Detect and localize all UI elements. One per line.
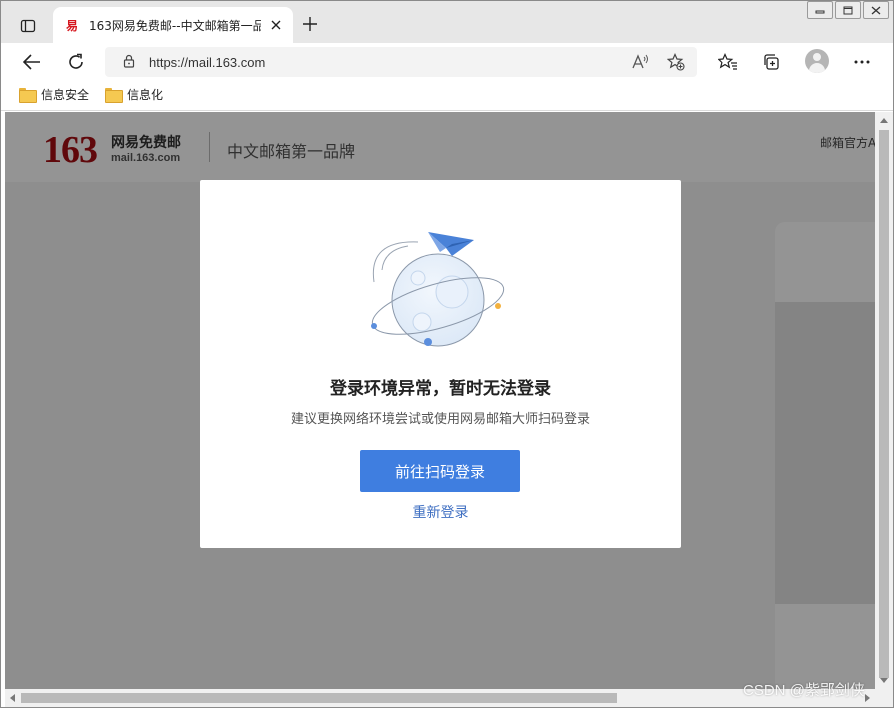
scroll-up-icon[interactable]	[880, 118, 888, 123]
dialog-subtitle: 建议更换网络环境尝试或使用网易邮箱大师扫码登录	[290, 412, 590, 427]
back-arrow-icon[interactable]	[19, 49, 45, 75]
vertical-scrollbar[interactable]	[875, 112, 893, 689]
refresh-icon[interactable]	[63, 49, 89, 75]
minimize-icon[interactable]	[807, 1, 833, 19]
163-favicon-icon: 易	[65, 18, 78, 33]
bookmark-label: 信息化	[127, 88, 164, 102]
scroll-right-icon[interactable]	[865, 694, 870, 702]
tab-bar: 易 163网易免费邮--中文邮箱第一品牌	[1, 1, 893, 43]
scroll-left-icon[interactable]	[10, 694, 15, 702]
tab-actions-icon[interactable]	[15, 13, 41, 39]
read-aloud-icon[interactable]	[629, 51, 651, 73]
folder-icon	[19, 88, 37, 103]
watermark-text: CSDN @紫郢剑侠	[743, 682, 865, 699]
scan-login-button[interactable]: 前往扫码登录	[360, 450, 520, 492]
horizontal-scroll-thumb[interactable]	[21, 693, 617, 703]
window-controls	[807, 1, 889, 19]
page-viewport: 163 网易免费邮 mail.163.com 中文邮箱第一品牌 邮箱官方A 登录…	[5, 112, 875, 689]
scrollbar-corner	[875, 689, 893, 707]
profile-icon[interactable]	[805, 49, 829, 73]
address-bar[interactable]: https://mail.163.com	[105, 47, 697, 77]
bookmark-folder-informatization[interactable]: 信息化	[105, 86, 163, 103]
tab-163-mail[interactable]: 易 163网易免费邮--中文邮箱第一品牌	[53, 7, 293, 43]
planet-paper-plane-illustration	[371, 232, 505, 347]
add-favorite-icon[interactable]	[665, 51, 687, 73]
maximize-icon[interactable]	[835, 1, 861, 19]
login-error-dialog: 登录环境异常，暂时无法登录 建议更换网络环境尝试或使用网易邮箱大师扫码登录 前往…	[200, 180, 681, 548]
dialog-title: 登录环境异常，暂时无法登录	[330, 379, 551, 399]
window-close-icon[interactable]	[863, 1, 889, 19]
plus-icon[interactable]	[299, 13, 321, 35]
browser-window: 易 163网易免费邮--中文邮箱第一品牌 https://mail.163.co	[0, 0, 894, 708]
bookmark-folder-security[interactable]: 信息安全	[19, 86, 89, 103]
relogin-link[interactable]: 重新登录	[200, 502, 681, 522]
close-icon[interactable]	[267, 16, 285, 34]
url-text: https://mail.163.com	[149, 54, 266, 70]
collections-icon[interactable]	[758, 49, 784, 75]
favorites-icon[interactable]	[715, 49, 741, 75]
scroll-down-icon[interactable]	[880, 678, 888, 683]
folder-icon	[105, 88, 124, 103]
tab-title: 163网易免费邮--中文邮箱第一品牌	[89, 18, 261, 33]
bookmarks-bar: 信息安全 信息化	[1, 79, 893, 111]
more-icon[interactable]	[849, 49, 875, 75]
vertical-scroll-thumb[interactable]	[879, 130, 889, 678]
browser-toolbar: https://mail.163.com	[1, 43, 893, 79]
lock-icon[interactable]	[123, 53, 135, 72]
bookmark-label: 信息安全	[41, 88, 90, 102]
